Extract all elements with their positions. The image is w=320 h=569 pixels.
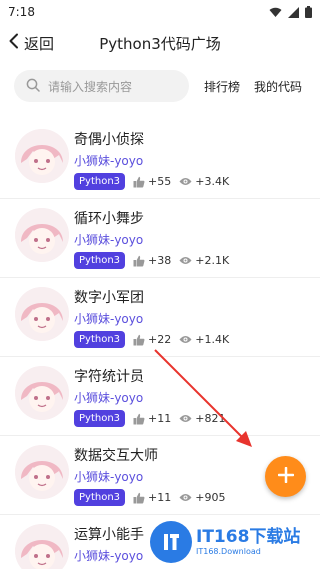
code-list: 奇偶小侦探 小狮妹-yoyo Python3 +55 +3.4K 循环小舞步 小… [0, 120, 320, 569]
language-badge: Python3 [74, 252, 126, 269]
list-item[interactable]: 奇偶小侦探 小狮妹-yoyo Python3 +55 +3.4K [0, 120, 320, 199]
eye-icon [179, 493, 192, 502]
item-title: 运算小能手 [74, 527, 144, 543]
language-badge: Python3 [74, 489, 126, 506]
wifi-icon [269, 7, 282, 18]
avatar [15, 129, 69, 183]
watermark-title: IT168下载站 [196, 527, 301, 547]
like-count: +11 [148, 491, 172, 504]
item-meta: Python3 +22 +1.4K [74, 331, 229, 348]
item-author[interactable]: 小狮妹-yoyo [74, 152, 143, 169]
status-bar: 7:18 [0, 0, 320, 24]
search-placeholder: 请输入搜索内容 [48, 79, 133, 94]
like-count: +22 [148, 333, 172, 346]
item-meta: Python3 +38 +2.1K [74, 252, 229, 269]
avatar [15, 445, 69, 499]
item-author[interactable]: 小狮妹-yoyo [74, 468, 143, 485]
language-badge: Python3 [74, 410, 126, 427]
item-title: 数据交互大师 [74, 448, 158, 464]
view-count: +905 [195, 491, 226, 504]
list-item[interactable]: 循环小舞步 小狮妹-yoyo Python3 +38 +2.1K [0, 199, 320, 278]
header: 返回 Python3代码广场 [0, 24, 320, 62]
plus-icon [277, 466, 294, 487]
watermark-subtitle: IT168.Download [196, 547, 261, 556]
item-title: 循环小舞步 [74, 211, 144, 227]
watermark: IT168下载站 IT168.Download [150, 517, 320, 567]
eye-icon [179, 335, 192, 344]
signal-icon [288, 6, 299, 18]
search-row: 请输入搜索内容 排行榜 我的代码 [0, 70, 320, 102]
thumbs-up-icon [133, 255, 145, 267]
view-count: +821 [195, 412, 226, 425]
avatar [15, 524, 69, 569]
avatar [15, 366, 69, 420]
item-title: 数字小军团 [74, 290, 144, 306]
eye-icon [179, 177, 192, 186]
eye-icon [179, 256, 192, 265]
language-badge: Python3 [74, 173, 126, 190]
status-icons [269, 6, 312, 18]
search-input[interactable]: 请输入搜索内容 [14, 70, 189, 102]
eye-icon [179, 414, 192, 423]
item-author[interactable]: 小狮妹-yoyo [74, 547, 143, 564]
status-time: 7:18 [8, 5, 35, 19]
thumbs-up-icon [133, 492, 145, 504]
item-meta: Python3 +55 +3.4K [74, 173, 229, 190]
item-meta: Python3 +11 +821 [74, 410, 225, 427]
item-title: 字符统计员 [74, 369, 144, 385]
avatar [15, 208, 69, 262]
battery-icon [305, 6, 312, 18]
item-author[interactable]: 小狮妹-yoyo [74, 310, 143, 327]
search-icon [26, 77, 40, 96]
back-button[interactable]: 返回 [0, 24, 54, 62]
item-author[interactable]: 小狮妹-yoyo [74, 231, 143, 248]
back-label: 返回 [24, 34, 55, 53]
item-author[interactable]: 小狮妹-yoyo [74, 389, 143, 406]
thumbs-up-icon [133, 413, 145, 425]
my-code-link[interactable]: 我的代码 [254, 78, 302, 95]
add-code-button[interactable] [265, 456, 306, 497]
like-count: +55 [148, 175, 172, 188]
list-item[interactable]: 数字小军团 小狮妹-yoyo Python3 +22 +1.4K [0, 278, 320, 357]
view-count: +3.4K [195, 175, 230, 188]
thumbs-up-icon [133, 176, 145, 188]
language-badge: Python3 [74, 331, 126, 348]
watermark-logo-icon [150, 521, 192, 563]
chevron-left-icon [8, 33, 20, 53]
list-item[interactable]: 字符统计员 小狮妹-yoyo Python3 +11 +821 [0, 357, 320, 436]
view-count: +1.4K [195, 333, 230, 346]
avatar [15, 287, 69, 341]
view-count: +2.1K [195, 254, 230, 267]
ranking-link[interactable]: 排行榜 [204, 78, 240, 95]
item-meta: Python3 +11 +905 [74, 489, 225, 506]
item-title: 奇偶小侦探 [74, 132, 144, 148]
like-count: +38 [148, 254, 172, 267]
like-count: +11 [148, 412, 172, 425]
thumbs-up-icon [133, 334, 145, 346]
